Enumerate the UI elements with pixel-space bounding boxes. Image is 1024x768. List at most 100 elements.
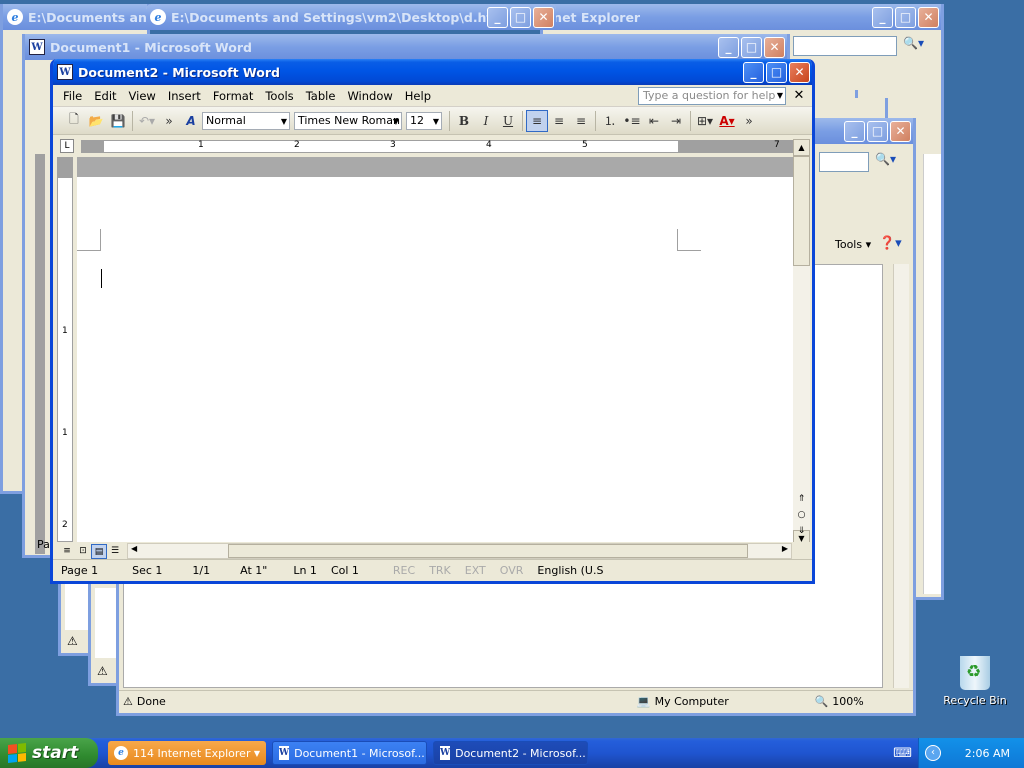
minimize-button[interactable]: _ (487, 6, 508, 28)
help-question-input[interactable]: Type a question for help ▼ (638, 86, 786, 105)
web-view-icon[interactable]: ⊡ (75, 544, 91, 559)
horizontal-ruler[interactable]: 1 2 3 4 5 7 (81, 140, 793, 153)
toolbar-options-icon[interactable]: » (738, 110, 760, 132)
scroll-left-icon[interactable]: ◀ (131, 544, 137, 553)
warning-icon: ⚠ (123, 695, 133, 708)
save-icon[interactable]: 💾 (107, 110, 129, 132)
scroll-thumb[interactable] (793, 156, 810, 266)
menu-window[interactable]: Window (341, 89, 398, 103)
maximize-button[interactable]: □ (741, 36, 762, 58)
menu-file[interactable]: File (57, 89, 88, 103)
select-browse-object-icon[interactable]: ○ (793, 507, 810, 523)
italic-button[interactable]: I (475, 110, 497, 132)
zoom-icon[interactable]: 🔍 (815, 695, 829, 708)
taskbar-document1[interactable]: W Document1 - Microsof... (272, 741, 427, 765)
close-button[interactable]: ✕ (918, 6, 939, 28)
print-layout-icon[interactable]: ▤ (91, 543, 107, 559)
bold-button[interactable]: B (453, 110, 475, 132)
hscroll-thumb[interactable] (228, 544, 748, 558)
taskbar-document2[interactable]: W Document2 - Microsof... (433, 741, 588, 765)
menu-insert[interactable]: Insert (162, 89, 207, 103)
status-ext[interactable]: EXT (465, 564, 486, 577)
maximize-button[interactable]: □ (895, 6, 916, 28)
menu-table[interactable]: Table (300, 89, 342, 103)
scroll-up-icon[interactable]: ▲ (793, 139, 810, 156)
word1-titlebar[interactable]: W Document1 - Microsoft Word _ □ ✕ (25, 34, 787, 60)
minimize-button[interactable]: _ (872, 6, 893, 28)
minimize-button[interactable]: _ (718, 36, 739, 58)
previous-page-icon[interactable]: ⇑ (793, 491, 810, 507)
close-button[interactable]: ✕ (890, 120, 911, 142)
ie-tools-menu[interactable]: Tools ▾ (835, 238, 871, 251)
align-center-icon[interactable]: ≡ (548, 110, 570, 132)
status-ovr[interactable]: OVR (500, 564, 524, 577)
menu-help[interactable]: Help (399, 89, 437, 103)
open-folder-icon[interactable]: 📂 (85, 110, 107, 132)
underline-button[interactable]: U (497, 110, 519, 132)
font-combo[interactable]: Times New Roman ▼ (294, 111, 402, 130)
borders-icon[interactable]: ⊞▾ (694, 110, 716, 132)
ie-window-d-address[interactable] (819, 152, 869, 172)
tab-selector[interactable]: L (60, 139, 74, 153)
align-left-icon[interactable]: ≡ (526, 109, 548, 132)
ie-scrollbar[interactable] (893, 264, 909, 688)
minimize-button[interactable]: _ (743, 61, 764, 83)
font-size-combo[interactable]: 12 ▼ (406, 111, 442, 130)
style-combo[interactable]: Normal ▼ (202, 111, 290, 130)
start-button[interactable]: start (0, 738, 98, 768)
ie-window-c-titlebar[interactable]: rnet Explorer _ □ ✕ (543, 4, 941, 30)
new-document-icon[interactable]: 🗋 (63, 110, 85, 132)
ie-status-zoom[interactable]: 100% (832, 695, 863, 708)
chevron-down-icon[interactable]: ▼ (433, 114, 439, 129)
close-button[interactable]: ✕ (764, 36, 785, 58)
decrease-indent-icon[interactable]: ⇤ (643, 110, 665, 132)
recycle-bin[interactable]: Recycle Bin (942, 656, 1008, 707)
undo-icon[interactable]: ↶▾ (136, 110, 158, 132)
toolbar-options-icon[interactable]: » (158, 110, 180, 132)
menu-tools[interactable]: Tools (259, 89, 299, 103)
chevron-down-icon[interactable]: ▼ (777, 88, 783, 104)
menu-format[interactable]: Format (207, 89, 260, 103)
word2-window[interactable]: W Document2 - Microsoft Word _ □ ✕ File … (50, 59, 815, 584)
increase-indent-icon[interactable]: ⇥ (665, 110, 687, 132)
keyboard-icon[interactable]: ⌨ (893, 746, 912, 761)
help-icon[interactable]: ❓▾ (879, 236, 902, 251)
bullets-icon[interactable]: •≡ (621, 110, 643, 132)
align-right-icon[interactable]: ≡ (570, 110, 592, 132)
taskbar-ie-group[interactable]: e 114 Internet Explorer ▼ (108, 741, 266, 765)
status-rec[interactable]: REC (393, 564, 415, 577)
go-search-icon[interactable]: 🔍▾ (875, 152, 907, 166)
chevron-down-icon[interactable]: ▼ (281, 114, 287, 129)
menu-view[interactable]: View (123, 89, 162, 103)
vertical-scrollbar[interactable]: ▲ ▼ (793, 139, 810, 547)
numbering-icon[interactable]: ⒈ (599, 110, 621, 132)
vertical-ruler[interactable]: 1 1 2 (57, 157, 73, 542)
minimize-button[interactable]: _ (844, 120, 865, 142)
menu-edit[interactable]: Edit (88, 89, 122, 103)
taskbar: start e 114 Internet Explorer ▼ W Docume… (0, 738, 1024, 768)
ie-window-b-titlebar[interactable]: e E:\Documents and Settings\vm2\Desktop\… (146, 4, 556, 30)
maximize-button[interactable]: □ (867, 120, 888, 142)
font-color-icon[interactable]: A▾ (716, 110, 738, 132)
word2-titlebar[interactable]: W Document2 - Microsoft Word _ □ ✕ (53, 59, 812, 85)
close-button[interactable]: ✕ (533, 6, 554, 28)
normal-view-icon[interactable]: ≡ (59, 544, 75, 559)
next-page-icon[interactable]: ⇓ (793, 523, 810, 539)
scroll-right-icon[interactable]: ▶ (782, 544, 788, 553)
ie-window-b[interactable]: e E:\Documents and Settings\vm2\Desktop\… (146, 4, 556, 30)
styles-icon[interactable]: A (180, 110, 202, 132)
maximize-button[interactable]: □ (510, 6, 531, 28)
document-page[interactable] (77, 157, 795, 542)
document-close-button[interactable]: ✕ (790, 88, 808, 103)
tray-expand-icon[interactable]: ‹ (925, 745, 941, 761)
maximize-button[interactable]: □ (766, 61, 787, 83)
horizontal-scrollbar[interactable]: ◀ ▶ (127, 543, 792, 559)
chevron-down-icon[interactable]: ▼ (393, 114, 399, 129)
close-button[interactable]: ✕ (789, 61, 810, 83)
go-search-icon[interactable]: 🔍▾ (903, 36, 935, 56)
ie-window-c-title: rnet Explorer (547, 9, 641, 25)
ie-window-a-titlebar[interactable]: e E:\Documents and S (3, 4, 147, 30)
ie-window-c-address[interactable] (793, 36, 897, 56)
outline-view-icon[interactable]: ☰ (107, 544, 123, 559)
status-trk[interactable]: TRK (429, 564, 451, 577)
